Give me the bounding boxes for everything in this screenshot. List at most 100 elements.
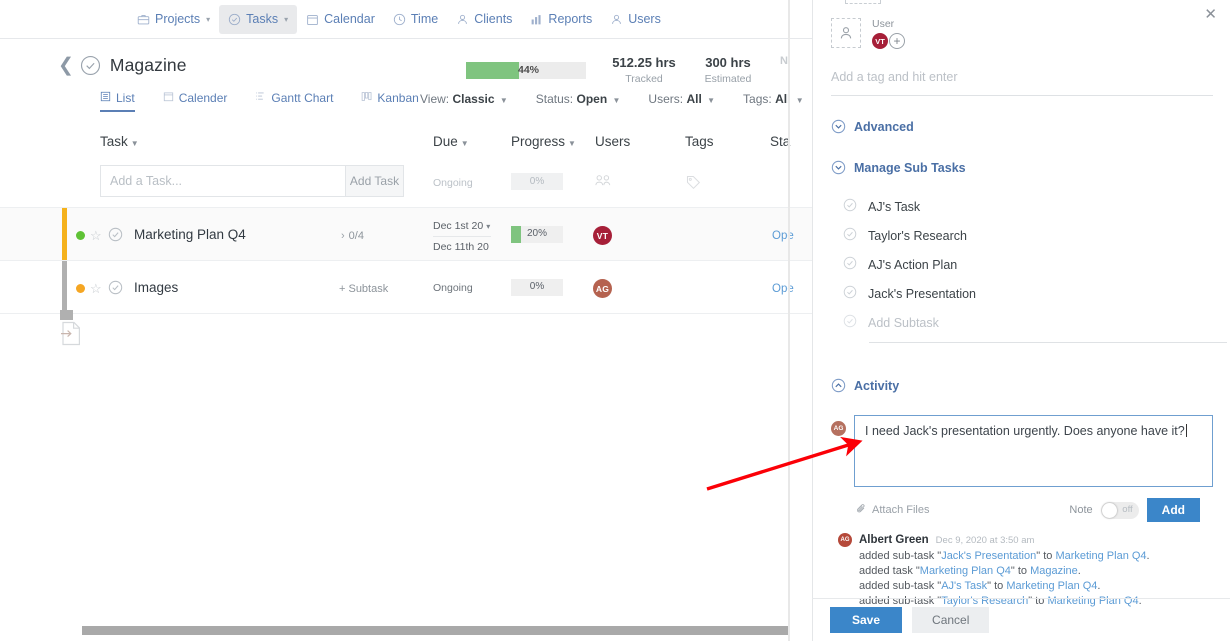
section-advanced[interactable]: Advanced <box>831 119 914 134</box>
row-progress-bar[interactable]: 0% <box>511 279 563 296</box>
section-activity-label: Activity <box>854 379 899 393</box>
horizontal-scrollbar[interactable] <box>0 626 788 635</box>
add-subtask-placeholder: Add Subtask <box>868 316 939 330</box>
row-status-dot[interactable] <box>76 231 85 240</box>
tab-list[interactable]: List <box>100 91 135 112</box>
row-status-dot[interactable] <box>76 284 85 293</box>
nav-item-users[interactable]: Users <box>601 5 670 34</box>
tab-calender[interactable]: Calender <box>163 91 228 110</box>
estimated-value: 300 hrs <box>694 55 762 70</box>
clock-icon <box>393 13 406 26</box>
row-check-circle-icon[interactable] <box>108 280 123 300</box>
favorite-star-icon[interactable]: ☆ <box>90 228 102 244</box>
entry-target-link[interactable]: Marketing Plan Q4 <box>1055 550 1146 562</box>
bar-chart-icon <box>530 13 543 26</box>
tag-icon[interactable] <box>686 175 701 195</box>
subtask-label: Jack's Presentation <box>868 287 976 301</box>
check-circle-icon[interactable] <box>843 285 857 302</box>
avatar[interactable]: VT <box>593 226 612 245</box>
plus-circle-icon[interactable]: + <box>889 33 905 49</box>
nav-item-clients[interactable]: Clients <box>447 5 521 34</box>
tab-gantt-chart[interactable]: Gantt Chart <box>255 91 333 110</box>
filter-tags[interactable]: Tags: All ▼ <box>743 92 804 106</box>
add-subtask-link[interactable]: + Subtask <box>339 283 388 295</box>
due-dates[interactable]: Dec 1st 20▾ Dec 11th 20 <box>433 220 491 253</box>
list-item[interactable]: AJ's Action Plan <box>843 250 1213 279</box>
filter-users[interactable]: Users: All ▼ <box>648 92 715 106</box>
project-progress-fill <box>466 62 519 79</box>
tracked-value: 512.25 hrs <box>605 55 683 70</box>
nav-item-time[interactable]: Time <box>384 5 447 34</box>
tag-input[interactable] <box>831 70 1213 84</box>
entry-link[interactable]: AJ's Task <box>941 580 987 592</box>
nav-label-projects: Projects <box>155 12 200 26</box>
filter-status[interactable]: Status: Open ▼ <box>536 92 621 106</box>
row-progress-bar[interactable]: 20% <box>511 226 563 243</box>
list-item[interactable]: Jack's Presentation <box>843 279 1213 308</box>
column-header-due[interactable]: Due▼ <box>433 134 469 149</box>
cancel-button[interactable]: Cancel <box>912 607 989 633</box>
close-icon[interactable]: ✕ <box>1204 7 1217 22</box>
section-activity[interactable]: Activity <box>831 378 899 393</box>
attach-files-button[interactable]: Attach Files <box>856 503 929 517</box>
table-row[interactable]: ☆ Marketing Plan Q4 ›0/4 Dec 1st 20▾ Dec… <box>0 208 812 261</box>
check-circle-icon[interactable] <box>843 198 857 215</box>
task-name[interactable]: Marketing Plan Q4 <box>134 227 246 242</box>
stat-truncated: N <box>780 55 812 67</box>
entry-target-link[interactable]: Magazine <box>1030 565 1078 577</box>
row-priority-bar <box>62 208 67 260</box>
stat-truncated-label: N <box>780 55 812 67</box>
entry-target-link[interactable]: Marketing Plan Q4 <box>1006 580 1097 592</box>
chevron-down-icon: ▼ <box>568 139 576 148</box>
list-item[interactable]: AJ's Task <box>843 192 1213 221</box>
vertical-scrollbar-thumb[interactable] <box>60 310 73 320</box>
note-toggle[interactable]: off <box>1101 502 1139 519</box>
add-task-row: Add Task Ongoing 0% <box>0 161 812 208</box>
add-task-box: Add Task <box>100 165 404 197</box>
users-group-icon[interactable] <box>595 174 612 192</box>
section-subtasks-label: Manage Sub Tasks <box>854 161 966 175</box>
due-text[interactable]: Ongoing <box>433 282 473 294</box>
comment-input[interactable]: I need Jack's presentation urgently. Doe… <box>854 415 1213 487</box>
horizontal-scrollbar-thumb[interactable] <box>82 626 788 635</box>
export-file-icon[interactable] <box>60 321 82 351</box>
avatar[interactable]: AG <box>593 279 612 298</box>
due-start: Dec 1st 20 <box>433 220 483 232</box>
status-link[interactable]: Ope <box>772 283 794 295</box>
tab-calender-label: Calender <box>179 91 228 105</box>
stat-tracked: 512.25 hrs Tracked <box>605 55 683 85</box>
save-button[interactable]: Save <box>830 607 902 633</box>
add-task-input[interactable] <box>101 166 345 196</box>
add-task-button[interactable]: Add Task <box>345 166 403 196</box>
chevron-down-icon: ▼ <box>461 139 469 148</box>
filter-view[interactable]: View: Classic ▼ <box>420 92 508 106</box>
column-header-task[interactable]: Task▼ <box>100 134 139 149</box>
project-header: ❮ Magazine <box>0 39 812 91</box>
check-circle-icon[interactable] <box>843 256 857 273</box>
task-name[interactable]: Images <box>134 280 178 295</box>
nav-item-tasks[interactable]: Tasks ▾ <box>219 5 297 34</box>
subtask-count[interactable]: ›0/4 <box>341 230 364 242</box>
nav-item-projects[interactable]: Projects ▾ <box>128 5 219 34</box>
favorite-star-icon[interactable]: ☆ <box>90 281 102 297</box>
user-label: User <box>872 18 905 30</box>
entry-link[interactable]: Marketing Plan Q4 <box>920 565 1011 577</box>
entry-link[interactable]: Jack's Presentation <box>941 550 1036 562</box>
check-circle-icon[interactable] <box>843 227 857 244</box>
nav-item-reports[interactable]: Reports <box>521 5 601 34</box>
column-header-progress[interactable]: Progress▼ <box>511 134 576 149</box>
add-comment-button[interactable]: Add <box>1147 498 1200 522</box>
add-subtask-row[interactable]: Add Subtask <box>843 308 1213 337</box>
row-progress-value: 20% <box>511 228 563 239</box>
row-check-circle-icon[interactable] <box>108 227 123 247</box>
nav-item-calendar[interactable]: Calendar <box>297 5 384 34</box>
tab-kanban[interactable]: Kanban <box>361 91 418 110</box>
status-link[interactable]: Ope <box>772 230 794 242</box>
subtask-list: AJ's Task Taylor's Research AJ's Action … <box>843 192 1213 343</box>
table-row[interactable]: ☆ Images + Subtask Ongoing 0% AG Ope <box>0 261 812 314</box>
user-placeholder-icon[interactable] <box>831 18 861 48</box>
back-chevron-icon[interactable]: ❮ <box>58 56 74 75</box>
list-item[interactable]: Taylor's Research <box>843 221 1213 250</box>
section-manage-sub-tasks[interactable]: Manage Sub Tasks <box>831 160 966 175</box>
avatar[interactable]: VT <box>872 33 888 49</box>
